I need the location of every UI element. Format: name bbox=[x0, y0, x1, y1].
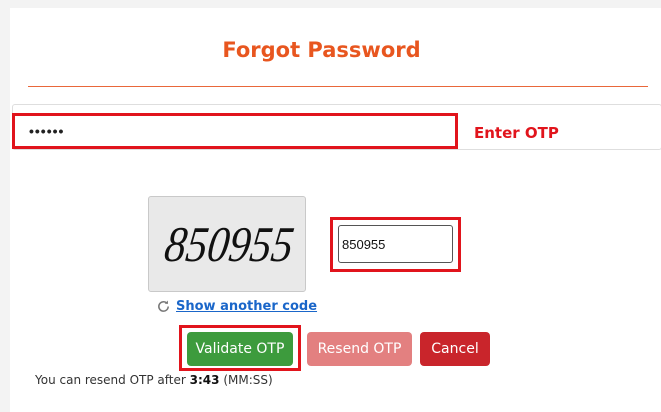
captcha-text: 850955 bbox=[161, 216, 297, 272]
resend-note-suffix: (MM:SS) bbox=[223, 373, 273, 387]
otp-input[interactable] bbox=[12, 113, 458, 149]
resend-note-prefix: You can resend OTP after bbox=[35, 373, 186, 387]
resend-timer-note: You can resend OTP after 3:43 (MM:SS) bbox=[35, 373, 273, 387]
show-another-code-link[interactable]: Show another code bbox=[156, 299, 317, 314]
captcha-highlight bbox=[330, 217, 461, 272]
cancel-button[interactable]: Cancel bbox=[420, 332, 490, 366]
validate-otp-button[interactable]: Validate OTP bbox=[187, 332, 293, 366]
page-title: Forgot Password bbox=[222, 38, 421, 62]
captcha-image: 850955 bbox=[148, 196, 306, 292]
refresh-icon bbox=[158, 300, 169, 312]
otp-label: Enter OTP bbox=[474, 124, 559, 142]
resend-countdown: 3:43 bbox=[189, 373, 220, 387]
show-another-code-label: Show another code bbox=[176, 299, 318, 314]
captcha-input[interactable] bbox=[338, 225, 453, 263]
captcha-distorted-text: 850955 bbox=[161, 216, 297, 272]
title-divider bbox=[28, 86, 648, 87]
resend-otp-button[interactable]: Resend OTP bbox=[307, 332, 412, 366]
